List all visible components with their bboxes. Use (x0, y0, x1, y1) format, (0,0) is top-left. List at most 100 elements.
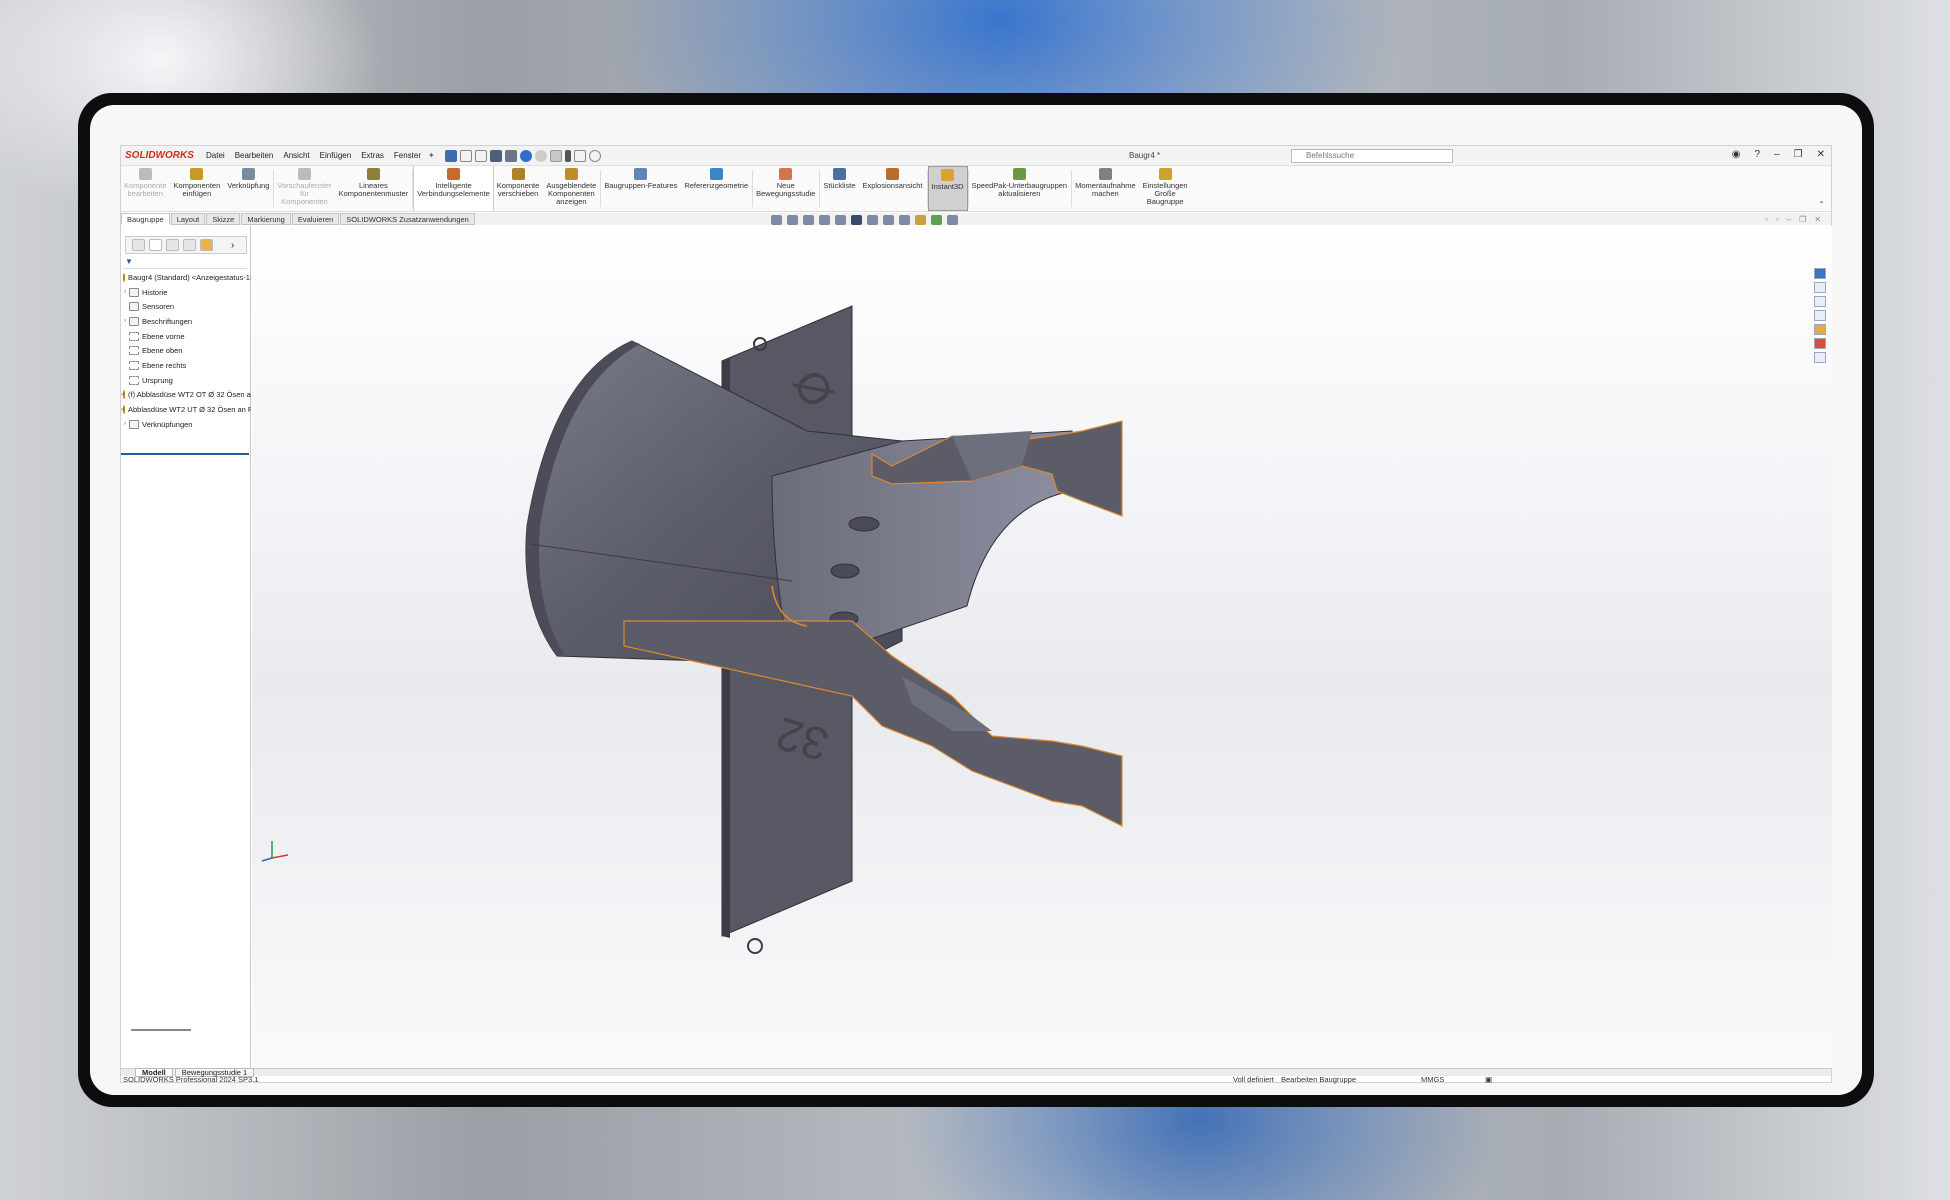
model-view[interactable]: Ø 32 (252, 226, 1832, 1068)
configuration-manager-tab-icon[interactable] (166, 239, 179, 251)
command-button-2[interactable]: Verknüpfung (224, 166, 273, 211)
menu-item-4[interactable]: Extras (356, 151, 389, 160)
solidworks-resources-icon[interactable] (1814, 268, 1826, 279)
tree-node[interactable]: › Beschriftungen (121, 314, 251, 329)
tree-node[interactable]: › Historie (121, 285, 251, 300)
rollback-bar[interactable] (121, 453, 249, 455)
view-settings-icon[interactable] (867, 215, 878, 225)
tab-4[interactable]: Evaluieren (291, 213, 340, 225)
hide-show-icon[interactable] (899, 215, 910, 225)
tree-node[interactable]: Baugr4 (Standard) <Anzeigestatus-1> (121, 270, 251, 285)
expand-arrow-icon[interactable]: › (121, 289, 129, 295)
file-properties-icon[interactable] (573, 149, 586, 162)
more-tabs-chevron-icon[interactable]: › (231, 240, 234, 251)
command-button-9[interactable]: Referenzgeometrie (681, 166, 752, 211)
command-button-14[interactable]: SpeedPak-Unterbaugruppen aktualisieren (969, 166, 1072, 211)
command-search-input[interactable]: Befehlssuche (1291, 149, 1453, 163)
menu-item-0[interactable]: Datei (201, 151, 230, 160)
command-button-0[interactable]: Komponente bearbeiten (121, 166, 171, 211)
display-manager-tab-icon[interactable] (200, 239, 213, 251)
command-button-7[interactable]: Ausgeblendete Komponenten anzeigen (543, 166, 600, 211)
units-selector[interactable]: MMGS (1421, 1076, 1444, 1084)
solidworks-logo[interactable]: SOLIDWORKS (121, 150, 201, 161)
user-icon[interactable]: ◉ (1732, 149, 1741, 160)
minimize-icon[interactable]: – (1774, 149, 1780, 160)
file-explorer-icon[interactable] (1814, 310, 1826, 321)
previous-view-icon[interactable] (819, 215, 830, 225)
options-gear-icon[interactable] (588, 149, 601, 162)
command-button-11[interactable]: Stückliste (820, 166, 859, 211)
menu-item-3[interactable]: Einfügen (315, 151, 357, 160)
graphics-area[interactable]: Ø 32 (252, 226, 1832, 1068)
tile-vertical-icon[interactable]: ▫ (1776, 215, 1779, 224)
view-orientation-icon[interactable] (771, 215, 782, 225)
rebuild-icon[interactable] (564, 149, 571, 162)
zoom-area-icon[interactable] (803, 215, 814, 225)
close-icon[interactable]: ✕ (1817, 149, 1825, 160)
select-icon[interactable] (549, 149, 562, 162)
property-manager-tab-icon[interactable] (149, 239, 162, 251)
tree-node[interactable]: › Verknüpfungen (121, 417, 251, 432)
redo-icon[interactable] (534, 149, 547, 162)
monitor-icon[interactable] (947, 215, 958, 225)
undo-icon[interactable] (519, 149, 532, 162)
viewport-restore-icon[interactable]: ❐ (1799, 215, 1806, 224)
save-icon[interactable] (489, 149, 502, 162)
command-button-6[interactable]: Komponente verschieben (494, 166, 544, 211)
command-button-4[interactable]: Lineares Komponentenmuster (336, 166, 413, 211)
home-icon[interactable] (444, 149, 457, 162)
menu-item-1[interactable]: Bearbeiten (230, 151, 279, 160)
command-button-13[interactable]: Instant3D (927, 166, 968, 211)
tree-node[interactable]: Ursprung (121, 373, 251, 388)
tree-node[interactable]: › Abblasdüse WT2 UT Ø 32 Ösen an P (121, 402, 251, 417)
tab-1[interactable]: Layout (170, 213, 206, 225)
design-library-icon[interactable] (1814, 296, 1826, 307)
dimxpert-tab-icon[interactable] (183, 239, 196, 251)
menu-item-5[interactable]: Fenster (389, 151, 426, 160)
feature-tree-filter[interactable]: ▼ (123, 257, 247, 269)
tree-node[interactable]: Sensoren (121, 299, 251, 314)
tab-0[interactable]: Baugruppe (121, 213, 170, 225)
command-button-10[interactable]: Neue Bewegungsstudie (753, 166, 819, 211)
menu-item-2[interactable]: Ansicht (278, 151, 314, 160)
expand-arrow-icon[interactable]: › (121, 318, 129, 324)
expand-arrow-icon[interactable]: › (121, 421, 129, 427)
restore-icon[interactable]: ❐ (1794, 149, 1803, 160)
command-button-15[interactable]: Momentaufnahme machen (1072, 166, 1139, 211)
status-options-icon[interactable]: ▣ (1485, 1076, 1492, 1084)
custom-properties-icon[interactable] (1814, 352, 1826, 363)
tree-node[interactable]: › (f) Abblasdüse WT2 OT Ø 32 Ösen an P (121, 388, 251, 403)
tab-3[interactable]: Markierung (241, 213, 291, 225)
tree-node[interactable]: Ebene oben (121, 343, 251, 358)
tile-icon[interactable]: ▫ (1765, 215, 1768, 224)
new-document-icon[interactable] (459, 149, 472, 162)
command-button-3[interactable]: Vorschaufenster für Komponenten (274, 166, 335, 211)
print-icon[interactable] (504, 149, 517, 162)
zoom-fit-icon[interactable] (787, 215, 798, 225)
help-icon[interactable]: ? (1755, 149, 1761, 160)
dynamic-annotation-icon[interactable] (851, 215, 862, 225)
collapse-ribbon-icon[interactable]: ⌃ (1818, 200, 1825, 209)
horizontal-scrollbar[interactable] (131, 1029, 191, 1031)
edit-appearance-icon[interactable] (915, 215, 926, 225)
open-icon[interactable] (474, 149, 487, 162)
command-button-16[interactable]: Einstellungen Große Baugruppe (1140, 166, 1192, 211)
tab-2[interactable]: Skizze (206, 213, 241, 225)
command-button-12[interactable]: Explosionsansicht (859, 166, 926, 211)
pin-icon[interactable]: ✦ (428, 151, 435, 160)
command-button-1[interactable]: Komponenten einfügen (171, 166, 225, 211)
command-button-8[interactable]: Baugruppen-Features (601, 166, 681, 211)
viewport-close-icon[interactable]: ✕ (1814, 215, 1821, 224)
command-button-5[interactable]: Intelligente Verbindungselemente (413, 166, 494, 211)
tree-node[interactable]: Ebene rechts (121, 358, 251, 373)
tree-node[interactable]: Ebene vorne (121, 329, 251, 344)
apply-scene-icon[interactable] (931, 215, 942, 225)
appearances-icon[interactable] (1814, 338, 1826, 349)
view-palette-icon[interactable] (1814, 324, 1826, 335)
display-style-icon[interactable] (883, 215, 894, 225)
home-pane-icon[interactable] (1814, 282, 1826, 293)
tab-5[interactable]: SOLIDWORKS Zusatzanwendungen (340, 213, 475, 225)
feature-tree-tab-icon[interactable] (132, 239, 145, 251)
viewport-minimize-icon[interactable]: – (1787, 215, 1791, 224)
section-view-icon[interactable] (835, 215, 846, 225)
